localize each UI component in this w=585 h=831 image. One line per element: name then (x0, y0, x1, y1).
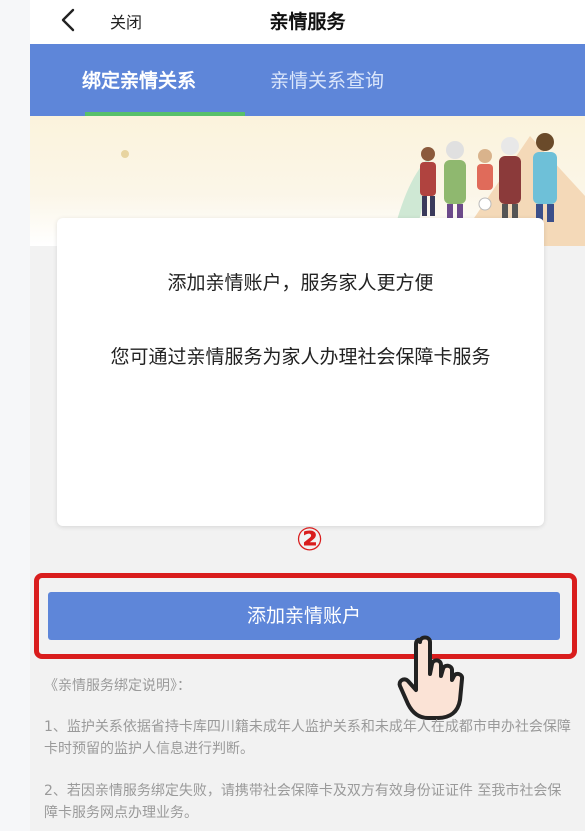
card-description: 您可通过亲情服务为家人办理社会保障卡服务 (110, 346, 491, 368)
step-number-annotation: ② (296, 520, 324, 558)
card-headline: 添加亲情账户，服务家人更方便 (167, 272, 434, 294)
intro-card: 添加亲情账户，服务家人更方便 您可通过亲情服务为家人办理社会保障卡服务 (57, 218, 544, 526)
navbar: 关闭 亲情服务 (30, 0, 585, 44)
page-title: 亲情服务 (269, 11, 346, 33)
notes-title: 《亲情服务绑定说明》： (44, 678, 191, 694)
tab-bind-relationship[interactable]: 绑定亲情关系 (82, 66, 196, 93)
left-gutter (0, 0, 30, 831)
add-family-account-button[interactable]: 添加亲情账户 (48, 592, 560, 640)
note-item: 1、监护关系依据省持卡库四川籍未成年人监护关系和未成年人在成都市申办社会保障卡时… (44, 719, 571, 757)
hand-pointer-icon (397, 635, 465, 720)
tab-query-relationship[interactable]: 亲情关系查询 (270, 66, 384, 93)
tab-bar: 绑定亲情关系 亲情关系查询 (30, 44, 585, 116)
note-item: 2、若因亲情服务绑定失败，请携带社会保障卡及双方有效身份证证件 至我市社会保障卡… (44, 783, 562, 821)
app-screen: 关闭 亲情服务 绑定亲情关系 亲情关系查询 添加亲情账户，服务家人更方便 您可通… (30, 0, 585, 831)
